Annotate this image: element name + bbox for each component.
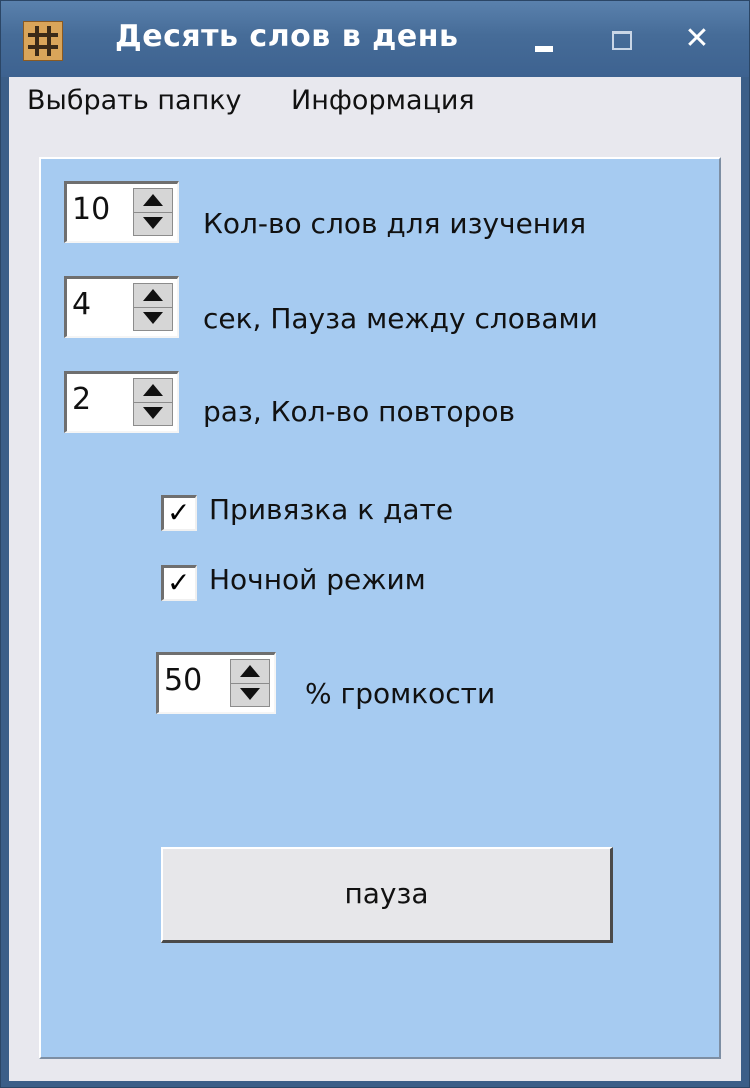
spin-down-button[interactable] <box>134 212 172 235</box>
spinner-buttons <box>133 378 173 426</box>
volume-spinner[interactable]: 50 <box>156 652 276 714</box>
bind-to-date-label[interactable]: Привязка к дате <box>209 493 453 526</box>
maximize-icon <box>612 31 632 50</box>
minimize-button[interactable] <box>522 19 566 59</box>
repeat-count-spinner[interactable]: 2 <box>64 371 179 433</box>
checkmark-icon: ✓ <box>167 496 191 529</box>
pause-button[interactable]: пауза <box>161 847 613 943</box>
bind-to-date-checkbox[interactable]: ✓ <box>161 495 197 531</box>
spinner-buttons <box>133 283 173 331</box>
spin-up-button[interactable] <box>134 379 172 403</box>
pause-seconds-spinner[interactable]: 4 <box>64 276 179 338</box>
arrow-down-icon <box>143 217 163 229</box>
arrow-down-icon <box>143 407 163 419</box>
pause-seconds-label: сек, Пауза между словами <box>203 302 598 335</box>
spin-up-button[interactable] <box>134 189 172 213</box>
title-bar[interactable]: Десять слов в день ✕ <box>1 1 749 77</box>
spin-down-button[interactable] <box>231 683 269 706</box>
arrow-up-icon <box>143 384 163 396</box>
arrow-down-icon <box>143 312 163 324</box>
arrow-down-icon <box>240 688 260 700</box>
word-count-value[interactable]: 10 <box>72 192 110 227</box>
menu-choose-folder[interactable]: Выбрать папку <box>27 85 242 116</box>
arrow-up-icon <box>240 665 260 677</box>
app-icon[interactable] <box>23 21 63 61</box>
spinner-buttons <box>230 659 270 707</box>
settings-panel: 10 Кол-во слов для изучения 4 сек, Пауза… <box>39 157 721 1059</box>
arrow-up-icon <box>143 194 163 206</box>
spin-down-button[interactable] <box>134 402 172 425</box>
checkmark-icon: ✓ <box>167 566 191 599</box>
volume-label: % громкости <box>305 677 496 710</box>
spinner-buttons <box>133 188 173 236</box>
night-mode-checkbox[interactable]: ✓ <box>161 565 197 601</box>
menu-information[interactable]: Информация <box>291 85 475 116</box>
close-button[interactable]: ✕ <box>675 19 719 59</box>
minimize-icon <box>535 46 553 52</box>
app-window: Десять слов в день ✕ Выбрать папку Инфор… <box>0 0 750 1088</box>
repeat-count-label: раз, Кол-во повторов <box>203 395 515 428</box>
close-icon: ✕ <box>684 21 710 56</box>
maximize-button[interactable] <box>599 19 643 59</box>
word-count-label: Кол-во слов для изучения <box>203 207 587 240</box>
spin-down-button[interactable] <box>134 307 172 330</box>
window-client: Выбрать папку Информация 10 Кол-во слов … <box>9 77 741 1081</box>
volume-value[interactable]: 50 <box>164 663 202 698</box>
night-mode-label: Ночной режим <box>209 563 426 596</box>
word-count-spinner[interactable]: 10 <box>64 181 179 243</box>
spin-up-button[interactable] <box>134 284 172 308</box>
menu-bar: Выбрать папку Информация <box>9 77 741 129</box>
arrow-up-icon <box>143 289 163 301</box>
repeat-count-value[interactable]: 2 <box>72 382 91 417</box>
pause-seconds-value[interactable]: 4 <box>72 287 91 322</box>
window-title: Десять слов в день <box>115 19 459 54</box>
spin-up-button[interactable] <box>231 660 269 684</box>
